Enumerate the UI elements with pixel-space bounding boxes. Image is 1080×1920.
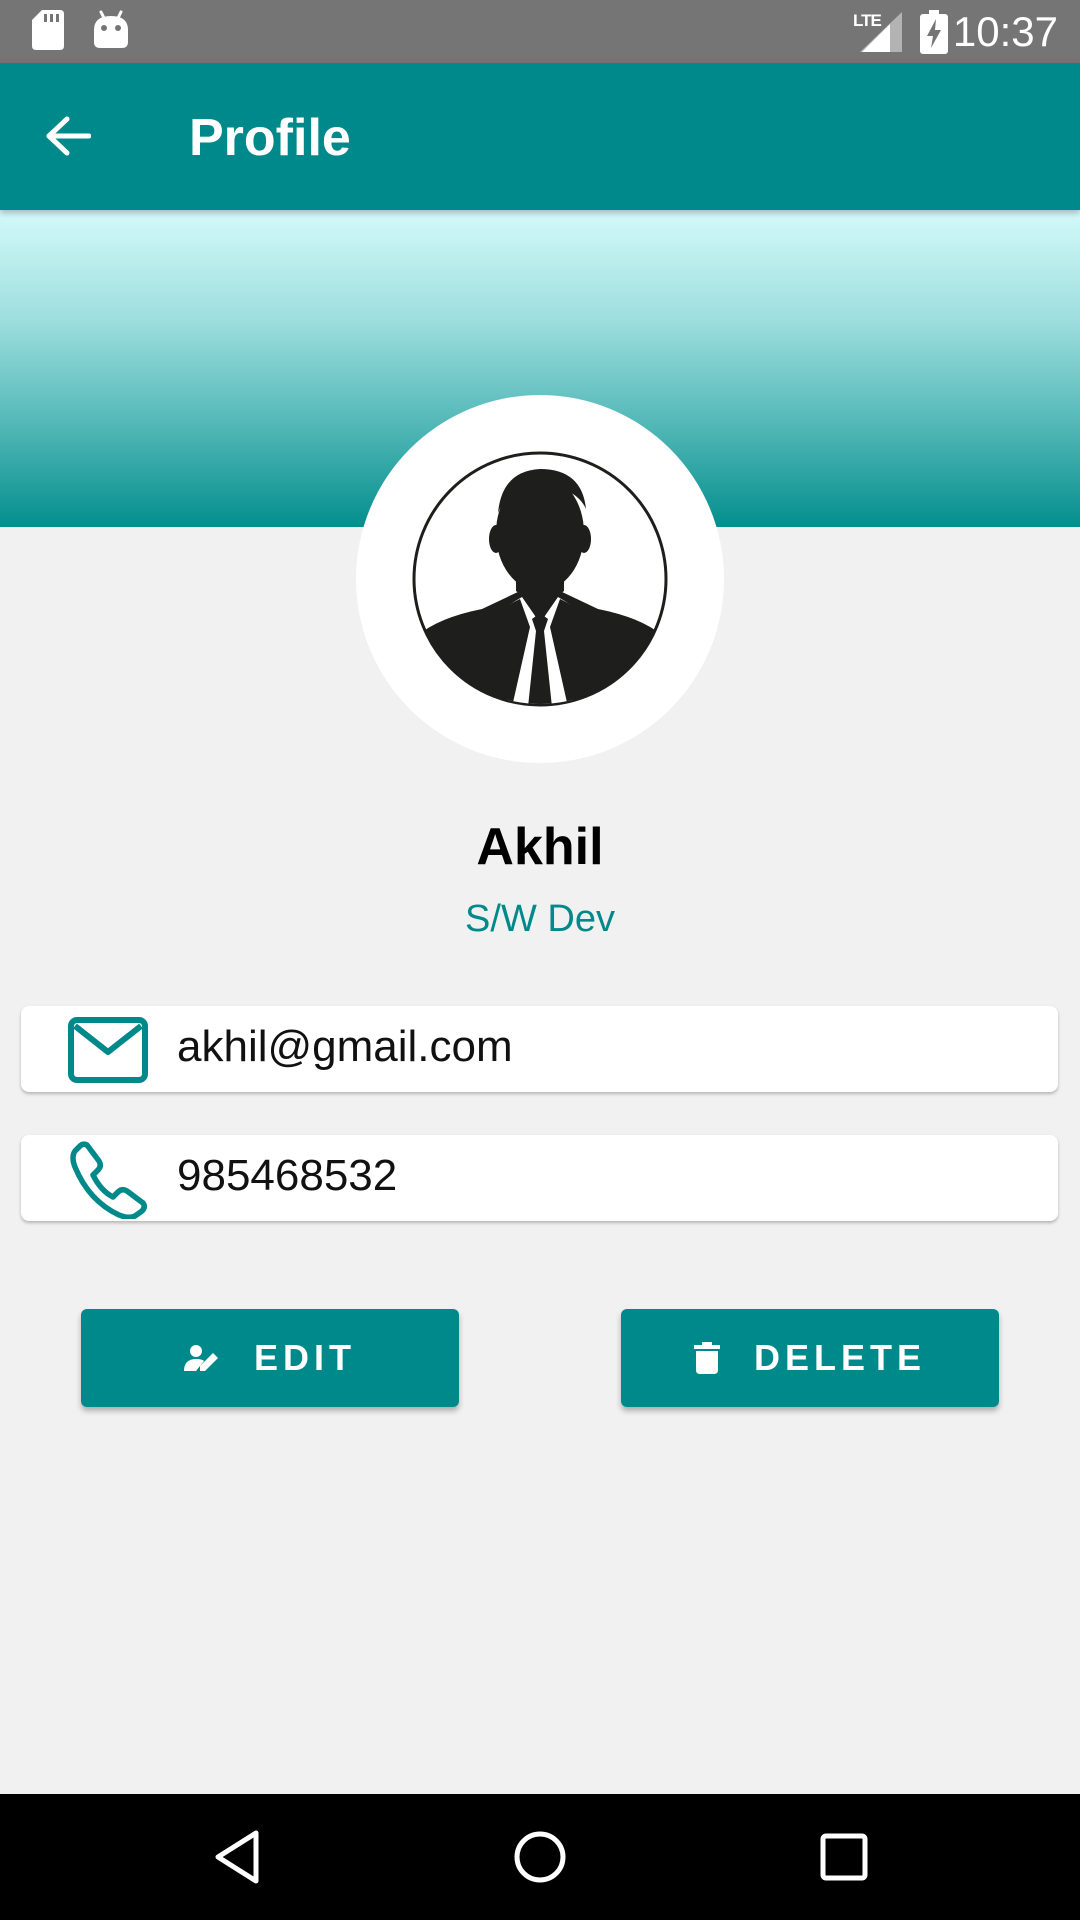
trash-icon [693,1342,720,1374]
battery-charging-icon [920,10,948,54]
sd-card-icon [32,10,64,50]
status-time: 10:37 [952,8,1058,55]
profile-role: S/W Dev [465,898,615,940]
back-triangle-icon [215,1830,259,1884]
navigation-bar [0,1794,1080,1920]
phone-icon [70,1141,148,1219]
phone-value: 985468532 [177,1151,398,1200]
edit-button-label: EDIT [253,1337,356,1378]
back-button[interactable] [30,103,106,169]
email-card[interactable]: akhil@gmail.com [21,1006,1058,1092]
android-icon [94,10,128,48]
status-bar: LTE 10:37 [0,0,1080,63]
avatar[interactable] [356,395,724,763]
email-value: akhil@gmail.com [177,1022,513,1071]
delete-button[interactable]: DELETE [621,1309,999,1407]
nav-home-button[interactable] [495,1816,585,1898]
phone-card[interactable]: 985468532 [21,1135,1058,1221]
home-circle-icon [514,1831,566,1883]
nav-recents-button[interactable] [799,1816,889,1898]
businessman-silhouette-icon [412,451,668,707]
recents-square-icon [820,1833,868,1881]
arrow-left-icon [46,116,91,156]
edit-person-icon [183,1343,220,1373]
edit-button[interactable]: EDIT [81,1309,459,1407]
mail-icon [68,1017,148,1083]
delete-button-label: DELETE [753,1337,926,1378]
app-bar: Profile [0,63,1080,210]
page-title: Profile [189,109,351,167]
profile-name: Akhil [476,818,604,876]
nav-back-button[interactable] [192,1816,282,1898]
lte-signal-icon [860,12,902,52]
